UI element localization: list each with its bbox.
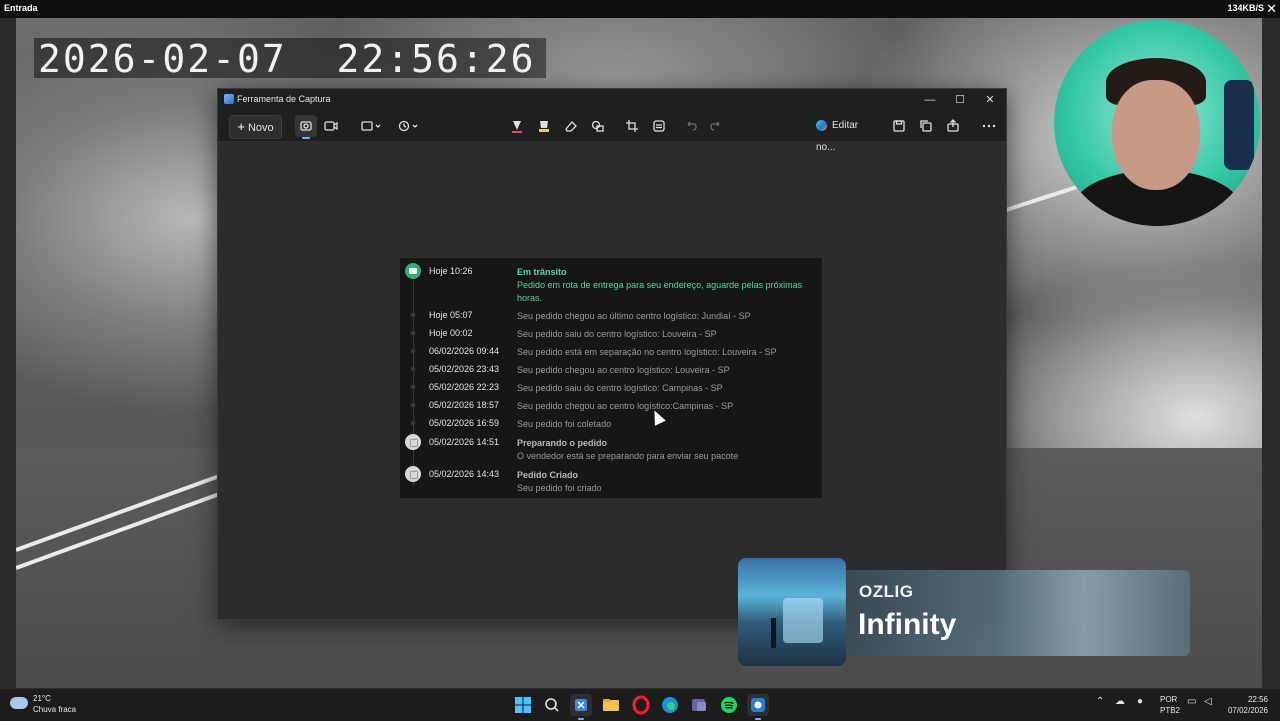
event-date: 05/02/2026 23:43 xyxy=(429,364,500,374)
app-icon[interactable] xyxy=(747,694,769,720)
plus-icon: + xyxy=(237,119,245,134)
timeline-dot xyxy=(411,349,415,353)
event-date: 05/02/2026 14:43 xyxy=(429,469,500,479)
search-icon[interactable] xyxy=(541,694,563,716)
viewer-close-button[interactable]: ✕ xyxy=(1266,0,1277,18)
tracking-timeline: Hoje 10:26 Em trânsito Pedido em rota de … xyxy=(400,258,822,498)
eraser-icon[interactable] xyxy=(560,115,582,137)
viewer-title: Entrada xyxy=(4,3,38,13)
camera-icon[interactable] xyxy=(295,115,317,139)
new-capture-label: Novo xyxy=(247,122,274,134)
event-message: Seu pedido foi coletado xyxy=(517,419,612,429)
close-button[interactable]: ✕ xyxy=(978,91,1002,109)
event-date: Hoje 10:26 xyxy=(429,266,473,276)
window-titlebar: Ferramenta de Captura — ☐ ✕ xyxy=(218,89,1006,111)
now-playing-widget: OZLIG Infinity xyxy=(738,558,1190,666)
timeline-dot xyxy=(411,367,415,371)
order-icon xyxy=(405,466,421,482)
window-title: Ferramenta de Captura xyxy=(237,94,331,104)
language-indicator[interactable]: POR xyxy=(1160,695,1177,704)
redo-icon[interactable] xyxy=(705,115,727,137)
pen-icon[interactable] xyxy=(506,115,528,137)
event-message: O vendedor está se preparando para envia… xyxy=(517,451,739,461)
event-message: Seu pedido chegou ao último centro logís… xyxy=(517,311,751,321)
minimize-button[interactable]: — xyxy=(918,91,942,109)
event-date: 05/02/2026 22:23 xyxy=(429,382,500,392)
album-art-light xyxy=(783,598,823,643)
timer-icon[interactable] xyxy=(394,115,422,137)
network-speed: 134KB/S xyxy=(1227,3,1264,13)
timeline-dot xyxy=(411,421,415,425)
weather-cloud-icon[interactable] xyxy=(10,697,28,709)
cloud-sync-icon[interactable]: ☁ xyxy=(1115,696,1125,707)
event-date: 05/02/2026 16:59 xyxy=(429,418,500,428)
snipping-tool-icon[interactable] xyxy=(570,694,592,720)
song-title: Infinity xyxy=(858,608,957,641)
timeline-dot xyxy=(411,331,415,335)
undo-icon[interactable] xyxy=(680,115,702,137)
event-title: Preparando o pedido xyxy=(517,438,608,448)
camera-timestamp: 2026-02-07 22:56:26 xyxy=(34,38,546,80)
timeline-dot xyxy=(411,403,415,407)
save-icon[interactable] xyxy=(888,115,910,137)
event-message: Seu pedido chegou ao centro logístico: L… xyxy=(517,365,730,375)
event-message: Seu pedido chegou ao centro logístico:Ca… xyxy=(517,401,734,411)
webcam-overlay xyxy=(1054,20,1260,226)
crop-icon[interactable] xyxy=(621,115,643,137)
keyboard-layout-indicator[interactable]: PTB2 xyxy=(1160,706,1180,715)
event-date: Hoje 05:07 xyxy=(429,310,473,320)
event-message: Seu pedido saiu do centro logístico: Cam… xyxy=(517,383,723,393)
event-date: 05/02/2026 14:51 xyxy=(429,437,500,447)
album-art xyxy=(738,558,846,666)
headset xyxy=(1224,80,1254,170)
windows-start-icon[interactable] xyxy=(512,694,534,716)
taskbar: 21°C Chuva fraca ⌃ ☁ ● POR PTB2 ▭ ◁ 22:5… xyxy=(0,688,1280,721)
event-message: Seu pedido foi criado xyxy=(517,483,602,493)
more-icon[interactable] xyxy=(978,115,1000,137)
share-icon[interactable] xyxy=(942,115,964,137)
truck-icon xyxy=(405,263,421,279)
package-icon xyxy=(405,434,421,450)
artist-name: OZLIG xyxy=(859,582,914,601)
microphone-icon[interactable]: ● xyxy=(1137,696,1143,707)
timeline-dot xyxy=(411,385,415,389)
clock-time[interactable]: 22:56 xyxy=(1248,695,1268,704)
timeline-dot xyxy=(411,313,415,317)
edge-icon[interactable] xyxy=(659,694,681,716)
weather-temperature[interactable]: 21°C xyxy=(33,694,51,703)
person-face xyxy=(1112,80,1200,190)
teams-icon[interactable] xyxy=(688,694,710,716)
rectangle-mode-icon[interactable] xyxy=(357,115,385,137)
weather-condition[interactable]: Chuva fraca xyxy=(33,705,76,714)
event-date: Hoje 00:02 xyxy=(429,328,473,338)
event-title: Pedido Criado xyxy=(517,470,579,480)
viewer-titlebar: Entrada 134KB/S ✕ xyxy=(0,0,1280,18)
file-explorer-icon[interactable] xyxy=(600,694,622,716)
event-title: Em trânsito xyxy=(517,267,567,277)
new-capture-button[interactable]: + Novo xyxy=(229,115,282,139)
chevron-up-icon[interactable]: ⌃ xyxy=(1096,696,1104,707)
shapes-icon[interactable] xyxy=(587,115,609,137)
clock-date[interactable]: 07/02/2026 xyxy=(1228,706,1268,715)
network-icon[interactable]: ▭ xyxy=(1187,696,1196,707)
maximize-button[interactable]: ☐ xyxy=(948,91,972,109)
highlighter-icon[interactable] xyxy=(533,115,555,137)
event-date: 06/02/2026 09:44 xyxy=(429,346,500,356)
spotify-icon[interactable] xyxy=(718,694,740,716)
globe-icon xyxy=(816,119,827,131)
timeline-line xyxy=(413,270,414,486)
event-message: Seu pedido está em separação no centro l… xyxy=(517,347,777,357)
event-message: Pedido em rota de entrega para seu ender… xyxy=(517,280,803,303)
video-icon[interactable] xyxy=(320,115,342,137)
copy-icon[interactable] xyxy=(915,115,937,137)
snipping-tool-app-icon xyxy=(224,94,234,104)
text-actions-icon[interactable] xyxy=(648,115,670,137)
edit-in-button[interactable]: Editar no... xyxy=(816,115,880,153)
album-art-figure xyxy=(771,618,776,648)
toolbar: + Novo Editar no... xyxy=(218,111,1006,153)
event-date: 05/02/2026 18:57 xyxy=(429,400,500,410)
event-message: Seu pedido saiu do centro logístico: Lou… xyxy=(517,329,717,339)
volume-icon[interactable]: ◁ xyxy=(1204,696,1212,707)
opera-icon[interactable] xyxy=(630,694,652,716)
